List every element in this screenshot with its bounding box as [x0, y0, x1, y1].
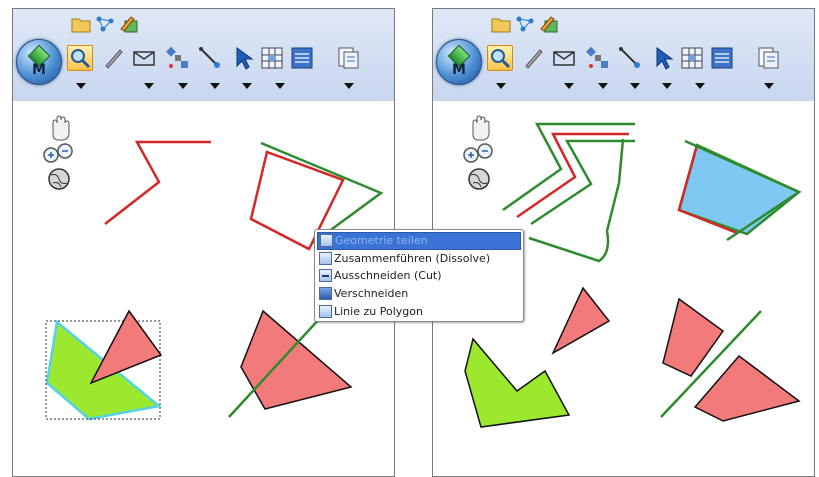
green-cut-line-upper[interactable]	[260, 141, 384, 245]
satellite-icon[interactable]	[585, 45, 611, 71]
zoom-dropdown-arrow[interactable]	[76, 83, 86, 89]
grid-dropdown-arrow[interactable]	[695, 83, 705, 89]
geometry-context-menu: Geometrie teilen Zusammenführen (Dissolv…	[314, 229, 524, 322]
menu-item-label: Linie zu Polygon	[334, 304, 423, 318]
menu-item-label: Zusammenführen (Dissolve)	[334, 251, 491, 265]
shape-dropdown-arrow[interactable]	[564, 83, 574, 89]
ribbon-toolbar: M	[433, 9, 814, 101]
folder-icon[interactable]	[71, 15, 91, 33]
menu-item-label: Verschneiden	[334, 287, 409, 301]
menu-item-cut[interactable]: Ausschneiden (Cut)	[317, 267, 521, 285]
intersect-icon	[319, 287, 332, 301]
app-menu-button[interactable]: M	[436, 39, 482, 85]
app-menu-button[interactable]: M	[16, 39, 62, 85]
envelope-shape-icon[interactable]	[131, 45, 157, 71]
salmon-triangle-left[interactable]	[89, 309, 163, 385]
zoom-icon	[491, 49, 511, 69]
cut-icon	[319, 269, 332, 283]
network-icon[interactable]	[515, 15, 535, 33]
ribbon-toolbar: M	[13, 9, 394, 101]
salmon-triangle-middle[interactable]	[551, 286, 611, 355]
connector-icon[interactable]	[197, 45, 223, 71]
select-arrow-icon[interactable]	[231, 45, 257, 71]
table-icon[interactable]	[289, 45, 315, 71]
line-to-polygon-icon	[319, 304, 332, 318]
menu-item-label: Ausschneiden (Cut)	[334, 269, 442, 283]
folder-icon[interactable]	[491, 15, 511, 33]
zoom-tool-button[interactable]	[67, 45, 93, 71]
zoom-dropdown-arrow[interactable]	[496, 83, 506, 89]
lightblue-polygon[interactable]	[677, 143, 802, 236]
menu-item-line-to-polygon[interactable]: Linie zu Polygon	[317, 302, 521, 320]
select-arrow-icon[interactable]	[651, 45, 677, 71]
grid-select-icon[interactable]	[259, 45, 285, 71]
zoom-icon	[71, 49, 91, 69]
menu-item-intersect[interactable]: Verschneiden	[317, 285, 521, 303]
menu-item-dissolve[interactable]: Zusammenführen (Dissolve)	[317, 250, 521, 268]
pencil-icon[interactable]	[521, 45, 547, 71]
table-icon[interactable]	[709, 45, 735, 71]
pencil-check-icon[interactable]	[539, 15, 559, 33]
salmon-polygon-right[interactable]	[240, 309, 353, 410]
satellite-dropdown-arrow[interactable]	[178, 83, 188, 89]
zoom-tool-button[interactable]	[487, 45, 513, 71]
connector-icon[interactable]	[617, 45, 643, 71]
network-icon[interactable]	[95, 15, 115, 33]
report-dropdown-arrow[interactable]	[344, 83, 354, 89]
split-geometry-icon	[320, 234, 333, 248]
pencil-check-icon[interactable]	[119, 15, 139, 33]
pencil-icon[interactable]	[101, 45, 127, 71]
red-zigzag-line[interactable]	[516, 132, 629, 219]
satellite-icon[interactable]	[165, 45, 191, 71]
connector-dropdown-arrow[interactable]	[630, 83, 640, 89]
report-dropdown-arrow[interactable]	[764, 83, 774, 89]
dissolve-icon	[319, 251, 332, 265]
app-menu-label: M	[452, 62, 466, 78]
connector-dropdown-arrow[interactable]	[210, 83, 220, 89]
grid-select-icon[interactable]	[679, 45, 705, 71]
app-menu-label: M	[32, 62, 46, 78]
satellite-dropdown-arrow[interactable]	[598, 83, 608, 89]
grid-dropdown-arrow[interactable]	[275, 83, 285, 89]
report-icon[interactable]	[335, 45, 361, 71]
red-zigzag-line[interactable]	[104, 140, 211, 225]
report-icon[interactable]	[755, 45, 781, 71]
select-dropdown-arrow[interactable]	[662, 83, 672, 89]
menu-item-split-geometry[interactable]: Geometrie teilen	[317, 232, 521, 250]
menu-item-label: Geometrie teilen	[335, 234, 428, 248]
salmon-polygon-top-part[interactable]	[662, 297, 725, 377]
select-dropdown-arrow[interactable]	[242, 83, 252, 89]
shape-dropdown-arrow[interactable]	[144, 83, 154, 89]
envelope-shape-icon[interactable]	[551, 45, 577, 71]
